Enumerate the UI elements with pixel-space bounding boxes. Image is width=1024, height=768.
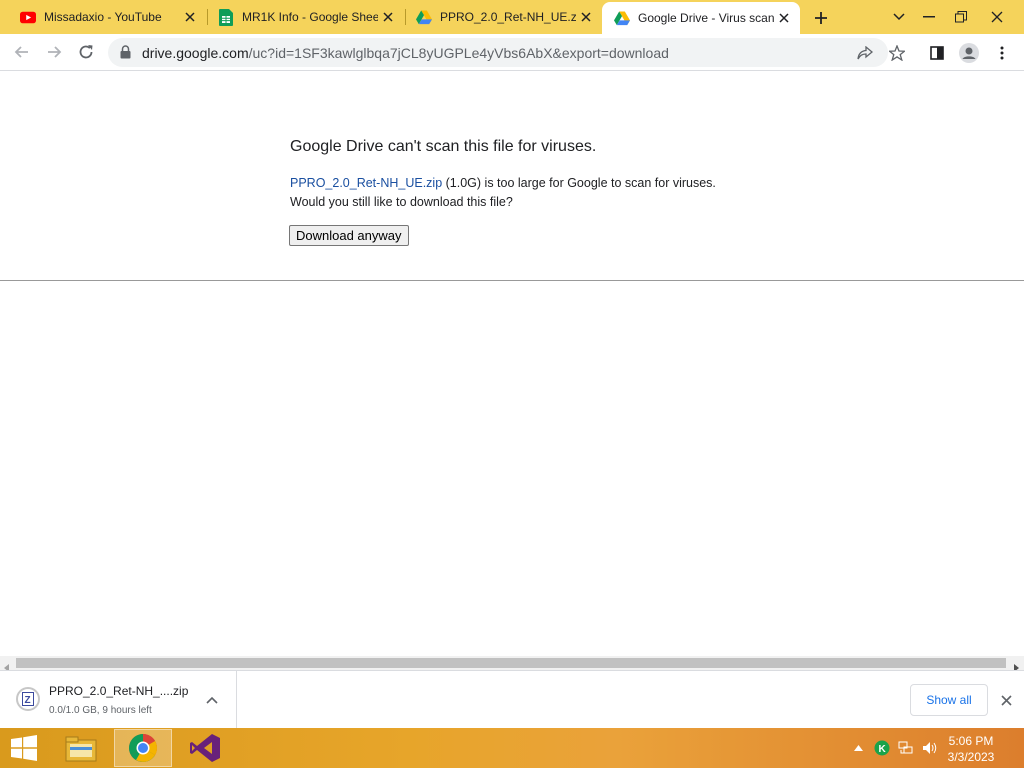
chevron-down-icon xyxy=(893,13,905,21)
chrome-icon[interactable] xyxy=(114,729,172,767)
tab-close-icon[interactable] xyxy=(576,7,596,27)
show-all-button[interactable]: Show all xyxy=(910,684,988,716)
windows-logo-icon xyxy=(11,735,37,761)
chevron-up-icon[interactable] xyxy=(203,691,221,709)
horizontal-scrollbar[interactable] xyxy=(0,656,1024,672)
clock-time[interactable]: 5:06 PM xyxy=(940,734,1002,748)
tab-google-drive-virus-scan[interactable]: Google Drive - Virus scan warning xyxy=(602,2,800,34)
tab-title: Missadaxio - YouTube xyxy=(44,10,162,24)
file-size: (1.0G) xyxy=(442,176,482,190)
clock-date[interactable]: 3/3/2023 xyxy=(940,750,1002,764)
tab-search-button[interactable] xyxy=(882,0,916,34)
tab-strip: Missadaxio - YouTube MR1K Info - Google … xyxy=(0,0,1024,34)
svg-text:Z: Z xyxy=(25,695,31,706)
url-host: drive.google.com xyxy=(142,45,249,61)
lock-icon[interactable] xyxy=(120,45,131,64)
url-path: /uc?id=1SF3kawlglbqa7jCL8yUGPLe4yVbs6AbX… xyxy=(248,45,669,61)
reload-icon xyxy=(79,45,93,59)
zip-file-icon: Z xyxy=(16,687,40,711)
browser-toolbar: drive.google.com/uc?id=1SF3kawlglbqa7jCL… xyxy=(0,34,1024,71)
tab-google-sheets[interactable]: MR1K Info - Google Sheets xyxy=(206,0,404,34)
start-button[interactable] xyxy=(0,728,48,768)
download-question: Would you still like to download this fi… xyxy=(290,195,513,209)
forward-button[interactable] xyxy=(40,38,68,66)
horizontal-rule xyxy=(0,280,1024,281)
new-tab-button[interactable] xyxy=(808,5,834,31)
visual-studio-icon[interactable] xyxy=(176,729,234,767)
back-button[interactable] xyxy=(8,38,36,66)
file-info-line: PPRO_2.0_Ret-NH_UE.zip (1.0G) is too lar… xyxy=(290,176,716,190)
tab-close-icon[interactable] xyxy=(378,7,398,27)
page-content: Google Drive can't scan this file for vi… xyxy=(0,72,1024,656)
restore-icon xyxy=(955,11,967,23)
google-sheets-icon xyxy=(218,8,234,26)
reload-button[interactable] xyxy=(72,38,100,66)
download-anyway-button[interactable]: Download anyway xyxy=(289,225,409,246)
menu-kebab-icon[interactable] xyxy=(991,42,1013,64)
download-shelf: Z PPRO_2.0_Ret-NH_....zip 0.0/1.0 GB, 9 … xyxy=(0,670,1024,728)
side-panel-icon[interactable] xyxy=(926,42,948,64)
file-explorer-icon[interactable] xyxy=(52,729,110,767)
minimize-icon xyxy=(923,16,935,18)
minimize-button[interactable] xyxy=(912,0,946,34)
svg-text:K: K xyxy=(879,744,887,755)
plus-icon xyxy=(815,12,827,24)
arrow-right-icon xyxy=(48,46,62,58)
address-bar[interactable]: drive.google.com/uc?id=1SF3kawlglbqa7jCL… xyxy=(108,38,888,67)
google-drive-icon xyxy=(416,9,432,25)
volume-icon[interactable] xyxy=(922,740,938,756)
download-item[interactable]: Z PPRO_2.0_Ret-NH_....zip 0.0/1.0 GB, 9 … xyxy=(0,671,237,728)
youtube-icon xyxy=(20,9,36,25)
tab-title: Google Drive - Virus scan warning xyxy=(638,11,774,25)
google-drive-icon xyxy=(614,10,630,26)
tab-title: MR1K Info - Google Sheets xyxy=(242,10,378,24)
page-title: Google Drive can't scan this file for vi… xyxy=(290,138,597,155)
file-info-text: is too large for Google to scan for viru… xyxy=(481,176,716,190)
profile-avatar-icon[interactable] xyxy=(958,42,980,64)
url-text: drive.google.com/uc?id=1SF3kawlglbqa7jCL… xyxy=(142,45,669,61)
close-icon xyxy=(991,11,1003,23)
taskbar: K 5:06 PM 3/3/2023 xyxy=(0,728,1024,768)
scrollbar-thumb[interactable] xyxy=(16,658,1006,668)
close-shelf-icon[interactable] xyxy=(996,690,1016,710)
share-icon[interactable] xyxy=(856,44,874,62)
tab-close-icon[interactable] xyxy=(180,7,200,27)
show-hidden-icons-icon[interactable] xyxy=(850,740,866,756)
file-link[interactable]: PPRO_2.0_Ret-NH_UE.zip xyxy=(290,176,442,190)
tab-close-icon[interactable] xyxy=(774,8,794,28)
download-file-name: PPRO_2.0_Ret-NH_....zip xyxy=(49,684,189,698)
network-icon[interactable] xyxy=(898,740,914,756)
tab-youtube[interactable]: Missadaxio - YouTube xyxy=(8,0,206,34)
close-window-button[interactable] xyxy=(980,0,1014,34)
download-status: 0.0/1.0 GB, 9 hours left xyxy=(49,705,152,716)
tab-title: PPRO_2.0_Ret-NH_UE.zip - Google Drive xyxy=(440,10,576,24)
arrow-left-icon xyxy=(14,46,28,58)
kaspersky-icon[interactable]: K xyxy=(874,740,890,756)
bookmark-star-icon[interactable] xyxy=(888,44,906,62)
restore-button[interactable] xyxy=(944,0,978,34)
tab-google-drive-file[interactable]: PPRO_2.0_Ret-NH_UE.zip - Google Drive xyxy=(404,0,602,34)
